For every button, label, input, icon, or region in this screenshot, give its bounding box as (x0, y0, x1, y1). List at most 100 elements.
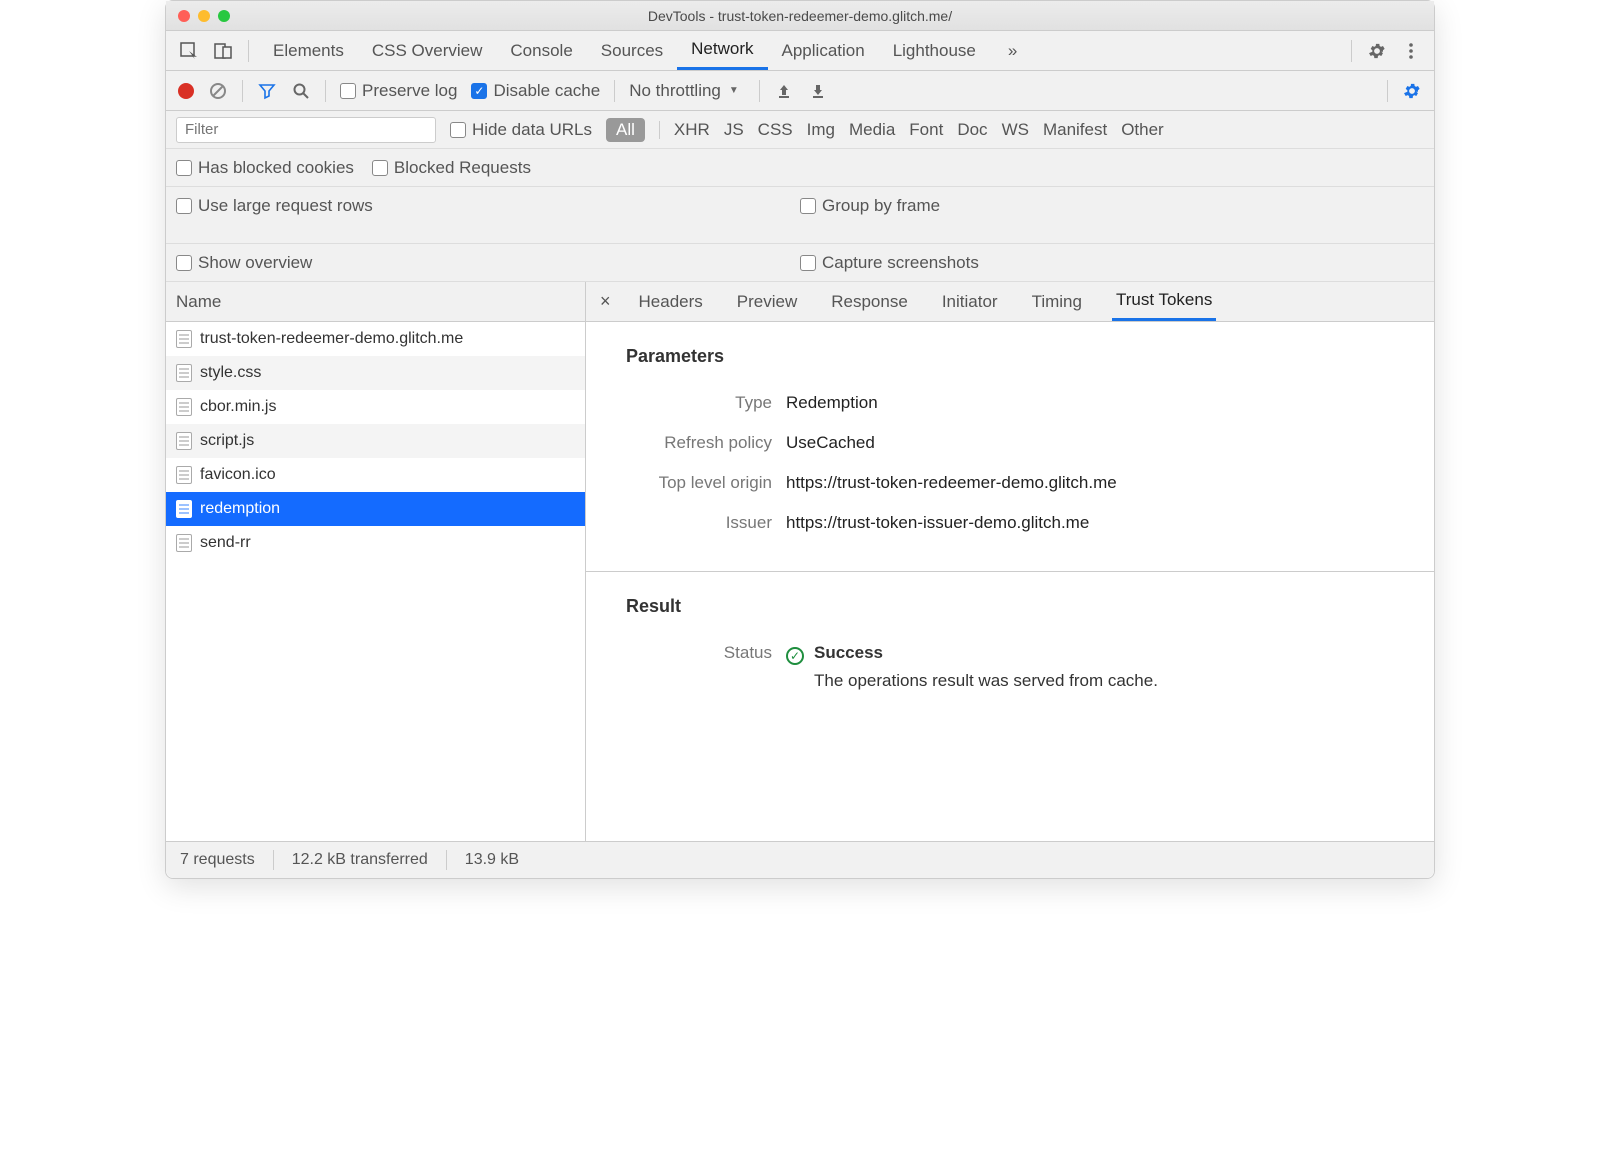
filter-type-all[interactable]: All (606, 118, 645, 142)
param-row: Top level originhttps://trust-token-rede… (586, 463, 1434, 503)
divider (759, 80, 760, 102)
request-name: redemption (200, 500, 280, 518)
checkbox-box (800, 198, 816, 214)
blocked-requests-checkbox[interactable]: Blocked Requests (372, 158, 531, 178)
divider (614, 80, 615, 102)
devtools-main-tabs: ElementsCSS OverviewConsoleSourcesNetwor… (166, 31, 1434, 71)
use-large-rows-checkbox[interactable]: Use large request rows (176, 196, 373, 216)
show-overview-label: Show overview (198, 253, 312, 273)
network-settings-gear-icon[interactable] (1402, 81, 1422, 101)
footer-resources: 13.9 kB (465, 851, 519, 869)
document-icon (176, 466, 192, 484)
detail-tab-response[interactable]: Response (827, 282, 912, 321)
request-row[interactable]: trust-token-redeemer-demo.glitch.me (166, 322, 585, 356)
result-title: Result (586, 572, 1434, 633)
divider (273, 850, 274, 870)
has-blocked-cookies-checkbox[interactable]: Has blocked cookies (176, 158, 354, 178)
param-value: UseCached (786, 433, 1434, 453)
group-by-frame-checkbox[interactable]: Group by frame (800, 196, 940, 216)
settings-gear-icon[interactable] (1362, 36, 1392, 66)
filter-type-manifest[interactable]: Manifest (1043, 120, 1107, 140)
request-list: trust-token-redeemer-demo.glitch.me style… (166, 322, 585, 841)
checkbox-box (176, 255, 192, 271)
kebab-menu-icon[interactable] (1396, 36, 1426, 66)
network-filter-row: Hide data URLs All XHR JS CSS Img Media Font Do… (166, 111, 1434, 149)
request-name: send-rr (200, 534, 251, 552)
filter-input[interactable] (176, 117, 436, 143)
filter-type-xhr[interactable]: XHR (674, 120, 710, 140)
network-options-row-2: Use large request rows Group by frame Sh… (166, 187, 1434, 282)
filter-type-other[interactable]: Other (1121, 120, 1164, 140)
upload-har-icon[interactable] (774, 81, 794, 101)
detail-body: Parameters TypeRedemptionRefresh policyU… (586, 322, 1434, 841)
main-tab-css-overview[interactable]: CSS Overview (358, 31, 497, 70)
name-column-header[interactable]: Name (166, 282, 585, 322)
disable-cache-checkbox[interactable]: ✓ Disable cache (471, 81, 600, 101)
document-icon (176, 432, 192, 450)
throttling-label: No throttling (629, 81, 721, 101)
request-detail-pane: × Headers Preview Response Initiator Timing T… (586, 282, 1434, 841)
more-tabs-button[interactable]: » (994, 31, 1031, 70)
document-icon (176, 364, 192, 382)
request-row[interactable]: redemption (166, 492, 585, 526)
main-tab-elements[interactable]: Elements (259, 31, 358, 70)
filter-type-ws[interactable]: WS (1002, 120, 1029, 140)
param-label: Refresh policy (586, 433, 786, 453)
main-tab-lighthouse[interactable]: Lighthouse (879, 31, 990, 70)
window-title: DevTools - trust-token-redeemer-demo.gli… (166, 8, 1434, 24)
clear-icon[interactable] (208, 81, 228, 101)
checkbox-box (450, 122, 466, 138)
document-icon (176, 534, 192, 552)
detail-tab-trust-tokens[interactable]: Trust Tokens (1112, 282, 1216, 321)
download-har-icon[interactable] (808, 81, 828, 101)
divider (242, 80, 243, 102)
request-row[interactable]: style.css (166, 356, 585, 390)
show-overview-checkbox[interactable]: Show overview (176, 253, 312, 273)
capture-screenshots-checkbox[interactable]: Capture screenshots (800, 253, 979, 273)
preserve-log-checkbox[interactable]: Preserve log (340, 81, 457, 101)
throttling-select[interactable]: No throttling ▼ (629, 81, 745, 101)
request-row[interactable]: favicon.ico (166, 458, 585, 492)
preserve-log-label: Preserve log (362, 81, 457, 101)
request-name: favicon.ico (200, 466, 276, 484)
request-name: cbor.min.js (200, 398, 276, 416)
request-row[interactable]: script.js (166, 424, 585, 458)
main-tab-console[interactable]: Console (496, 31, 586, 70)
divider (325, 80, 326, 102)
filter-type-js[interactable]: JS (724, 120, 744, 140)
filter-type-css[interactable]: CSS (758, 120, 793, 140)
request-name: trust-token-redeemer-demo.glitch.me (200, 330, 463, 348)
filter-type-media[interactable]: Media (849, 120, 895, 140)
status-label: Status (586, 643, 786, 663)
result-detail: The operations result was served from ca… (814, 671, 1158, 691)
filter-type-font[interactable]: Font (909, 120, 943, 140)
main-tab-sources[interactable]: Sources (587, 31, 677, 70)
checkbox-box (372, 160, 388, 176)
checkbox-box (340, 83, 356, 99)
detail-tab-timing[interactable]: Timing (1028, 282, 1086, 321)
request-row[interactable]: send-rr (166, 526, 585, 560)
capture-screenshots-label: Capture screenshots (822, 253, 979, 273)
param-label: Top level origin (586, 473, 786, 493)
filter-type-doc[interactable]: Doc (957, 120, 987, 140)
hide-data-urls-label: Hide data URLs (472, 120, 592, 140)
device-toolbar-icon[interactable] (208, 36, 238, 66)
main-tab-network[interactable]: Network (677, 31, 767, 70)
hide-data-urls-checkbox[interactable]: Hide data URLs (450, 120, 592, 140)
detail-tab-preview[interactable]: Preview (733, 282, 801, 321)
param-row: Issuerhttps://trust-token-issuer-demo.gl… (586, 503, 1434, 543)
footer-transferred: 12.2 kB transferred (292, 851, 428, 869)
filter-type-img[interactable]: Img (807, 120, 835, 140)
close-detail-icon[interactable]: × (600, 291, 611, 312)
filter-funnel-icon[interactable] (257, 81, 277, 101)
request-row[interactable]: cbor.min.js (166, 390, 585, 424)
request-name: script.js (200, 432, 254, 450)
inspect-icon[interactable] (174, 36, 204, 66)
main-tab-application[interactable]: Application (768, 31, 879, 70)
detail-tab-initiator[interactable]: Initiator (938, 282, 1002, 321)
detail-tab-headers[interactable]: Headers (635, 282, 707, 321)
search-icon[interactable] (291, 81, 311, 101)
record-button[interactable] (178, 83, 194, 99)
detail-tabs: × Headers Preview Response Initiator Timing T… (586, 282, 1434, 322)
checkbox-box (176, 198, 192, 214)
